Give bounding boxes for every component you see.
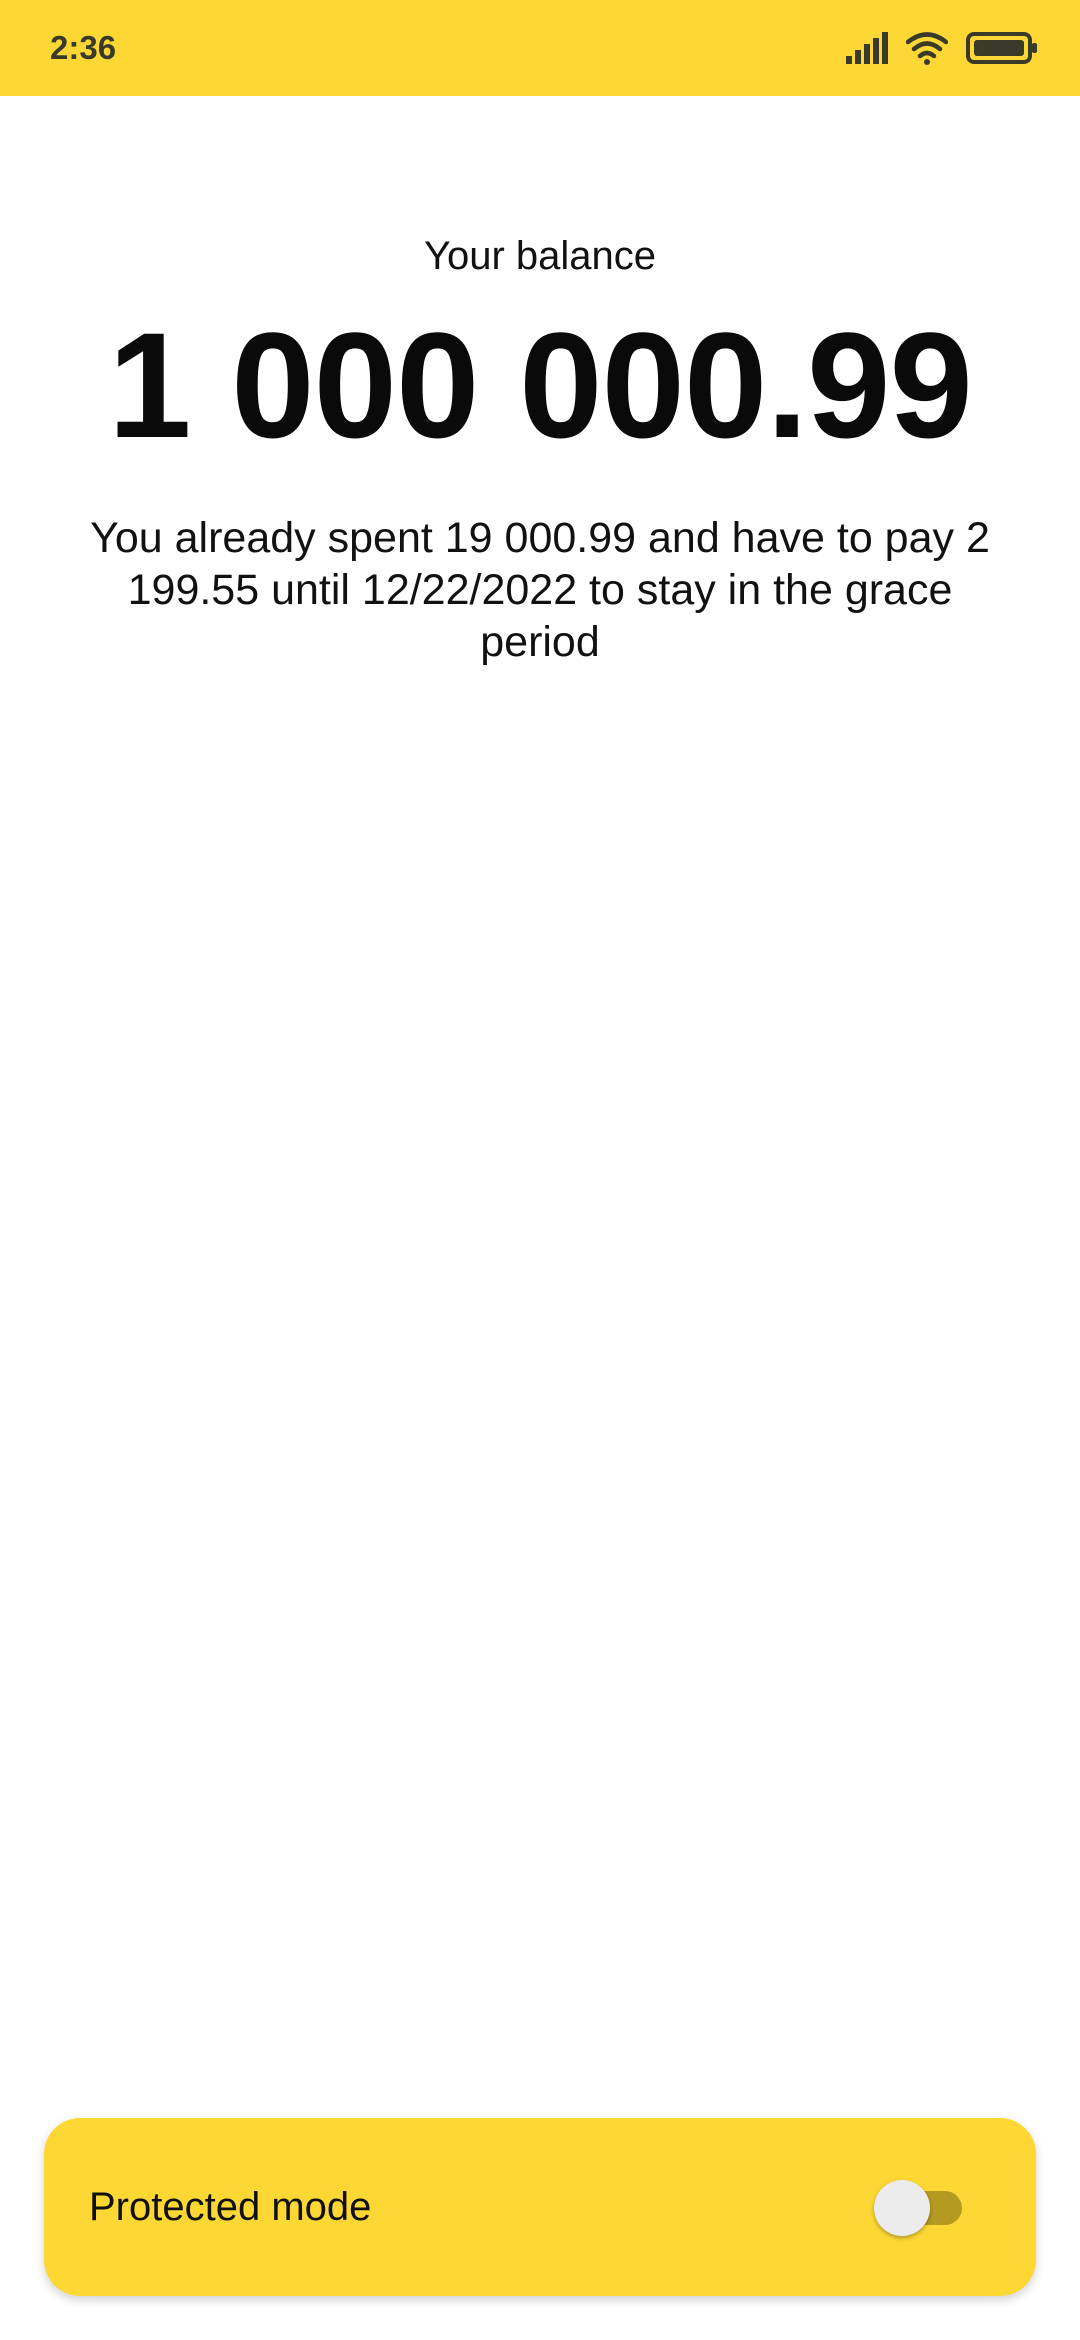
status-icons <box>846 26 1038 70</box>
status-bar: 2:36 <box>0 0 1080 96</box>
status-time: 2:36 <box>50 29 117 66</box>
toggle-thumb <box>874 2180 930 2236</box>
signal-icon <box>846 32 888 64</box>
battery-icon <box>966 32 1037 64</box>
protected-mode-label: Protected mode <box>89 2185 372 2229</box>
protected-mode-toggle[interactable] <box>874 2176 964 2238</box>
balance-note: You already spent 19 000.99 and have to … <box>90 514 990 666</box>
balance-amount: 1 000 000.99 <box>108 301 973 469</box>
wifi-icon <box>906 32 948 65</box>
protected-mode-card: Protected mode <box>44 2118 1036 2296</box>
balance-label: Your balance <box>423 234 657 278</box>
